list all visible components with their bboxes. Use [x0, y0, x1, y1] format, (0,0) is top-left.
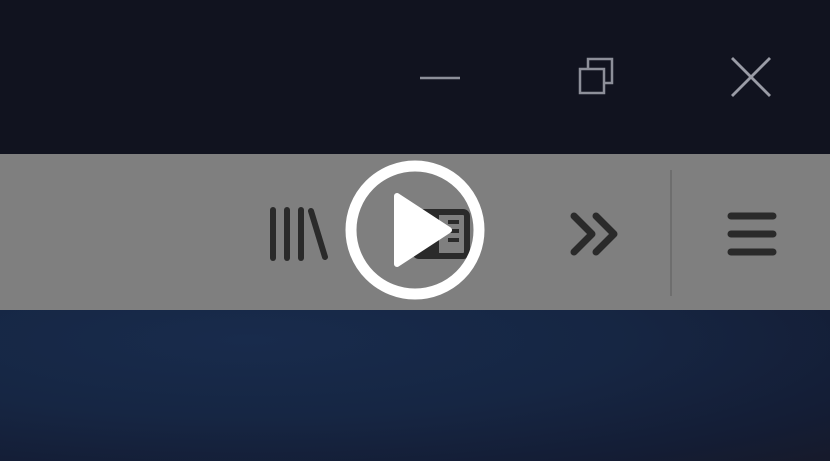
- close-button[interactable]: [716, 40, 786, 114]
- hamburger-menu-icon: [726, 208, 778, 260]
- app-menu-button[interactable]: [718, 202, 786, 266]
- minimize-icon: [420, 57, 460, 97]
- library-button[interactable]: [260, 202, 336, 266]
- close-icon: [730, 56, 772, 98]
- restore-button[interactable]: [561, 40, 631, 114]
- play-button[interactable]: [345, 160, 485, 300]
- page-content: [0, 310, 830, 461]
- overflow-menu-button[interactable]: [560, 206, 628, 262]
- restore-icon: [574, 55, 618, 99]
- browser-window: [0, 0, 830, 461]
- double-chevron-right-icon: [566, 210, 622, 258]
- play-icon: [345, 160, 485, 300]
- minimize-button[interactable]: [405, 40, 475, 114]
- library-icon: [267, 206, 329, 262]
- toolbar-separator: [670, 170, 672, 296]
- title-bar: [0, 0, 830, 154]
